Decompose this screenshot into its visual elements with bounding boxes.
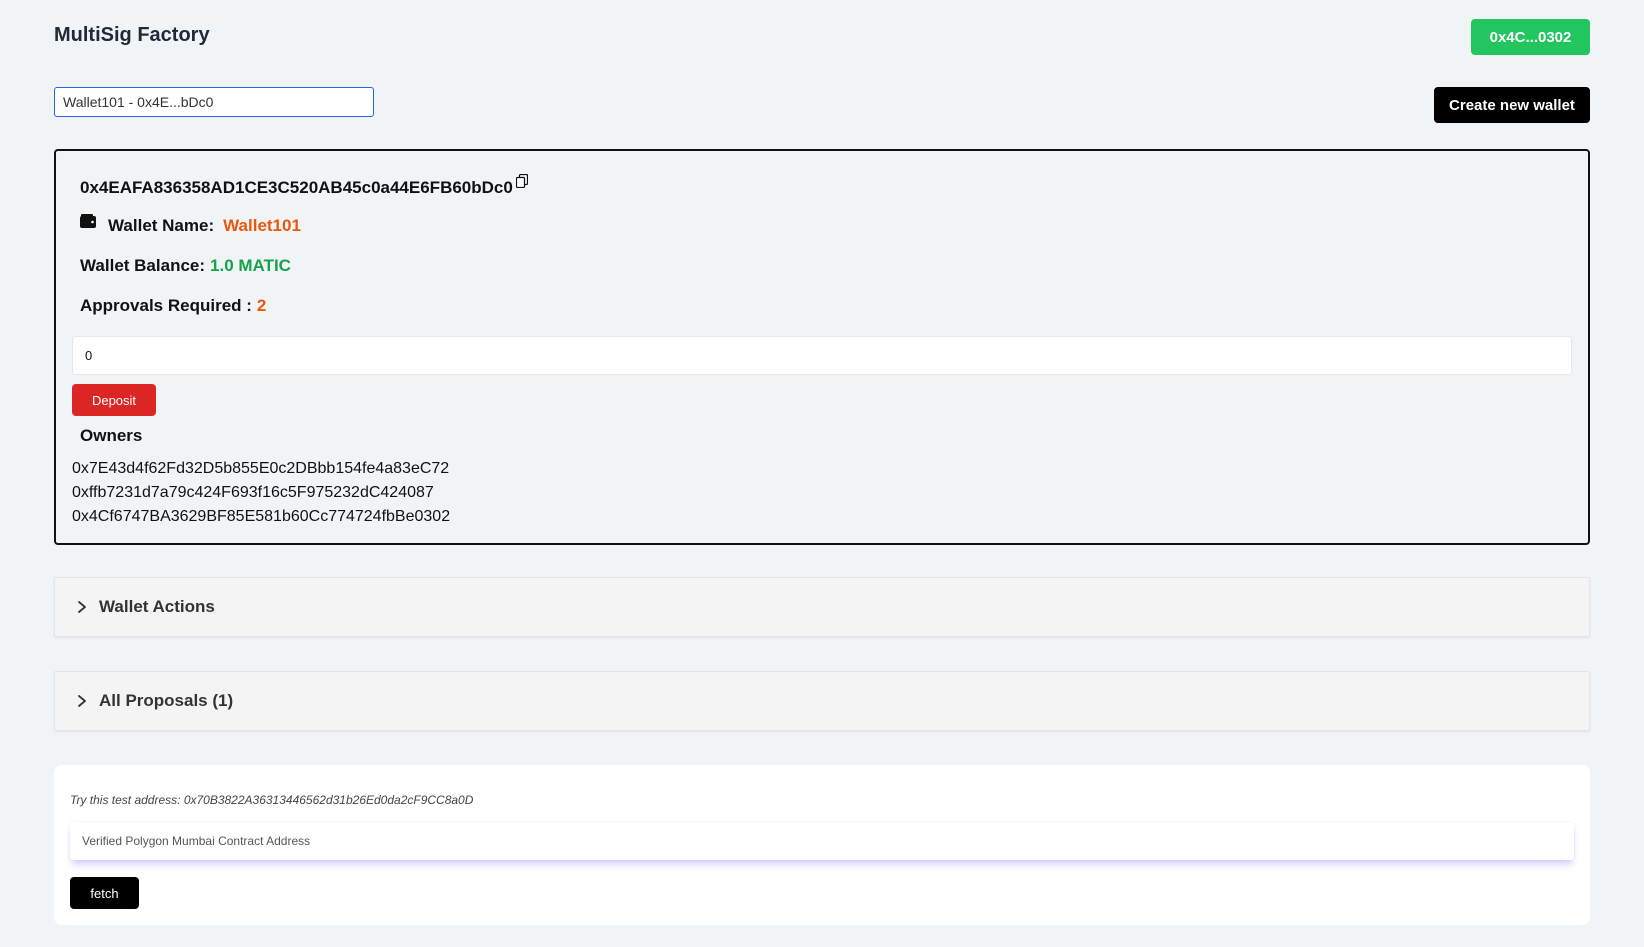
owner-address: 0x4Cf6747BA3629BF85E581b60Cc774724fbBe03… <box>72 508 451 525</box>
wallet-balance-value: 1.0 MATIC <box>210 256 291 275</box>
contract-address-placeholder: Verified Polygon Mumbai Contract Address <box>82 834 311 848</box>
wallet-actions-accordion[interactable]: Wallet Actions <box>54 577 1590 637</box>
copy-icon[interactable] <box>515 173 528 193</box>
wallet-actions-label: Wallet Actions <box>99 597 215 616</box>
wallet-address-row: 0x4EAFA836358AD1CE3C520AB45c0a44E6FB60bD… <box>80 173 528 198</box>
approvals-label: Approvals Required : <box>80 296 252 315</box>
wallet-name-row: Wallet Name: Wallet101 <box>80 213 301 236</box>
owners-list: 0x7E43d4f62Fd32D5b855E0c2DBbb154fe4a83eC… <box>72 457 450 529</box>
connected-account-button[interactable]: 0x4C...0302 <box>1471 19 1590 55</box>
wallet-select-value: Wallet101 - 0x4E...bDc0 <box>63 94 214 110</box>
chevron-right-icon <box>75 600 89 614</box>
owner-address: 0xffb7231d7a79c424F693f16c5F975232dC4240… <box>72 484 434 501</box>
wallet-details-card: 0x4EAFA836358AD1CE3C520AB45c0a44E6FB60bD… <box>54 149 1590 545</box>
wallet-icon <box>80 213 96 233</box>
owners-heading: Owners <box>80 426 143 445</box>
wallet-balance-row: Wallet Balance: 1.0 MATIC <box>80 256 291 276</box>
approvals-value: 2 <box>256 296 267 315</box>
app-title: MultiSig Factory <box>54 24 210 46</box>
deposit-button[interactable]: Deposit <box>72 384 156 416</box>
chevron-right-icon <box>75 694 89 708</box>
wallet-select[interactable]: Wallet101 - 0x4E...bDc0 <box>54 87 374 117</box>
wallet-name-label: Wallet Name: <box>108 216 215 235</box>
all-proposals-accordion[interactable]: All Proposals (1) <box>54 671 1590 731</box>
deposit-amount-input[interactable]: 0 <box>72 336 1572 375</box>
fetch-contract-card: Try this test address: 0x70B3822A3631344… <box>54 765 1590 925</box>
fetch-button[interactable]: fetch <box>70 877 139 909</box>
create-wallet-button[interactable]: Create new wallet <box>1434 87 1590 123</box>
approvals-row: Approvals Required : 2 <box>80 296 266 316</box>
wallet-name-value: Wallet101 <box>223 216 301 235</box>
test-address-hint: Try this test address: 0x70B3822A3631344… <box>70 793 474 807</box>
all-proposals-label: All Proposals (1) <box>99 691 234 710</box>
deposit-amount-value: 0 <box>85 348 93 363</box>
contract-address-input[interactable]: Verified Polygon Mumbai Contract Address <box>70 822 1574 860</box>
owner-address: 0x7E43d4f62Fd32D5b855E0c2DBbb154fe4a83eC… <box>72 460 450 477</box>
wallet-balance-label: Wallet Balance: <box>80 256 206 275</box>
wallet-address: 0x4EAFA836358AD1CE3C520AB45c0a44E6FB60bD… <box>80 178 513 197</box>
